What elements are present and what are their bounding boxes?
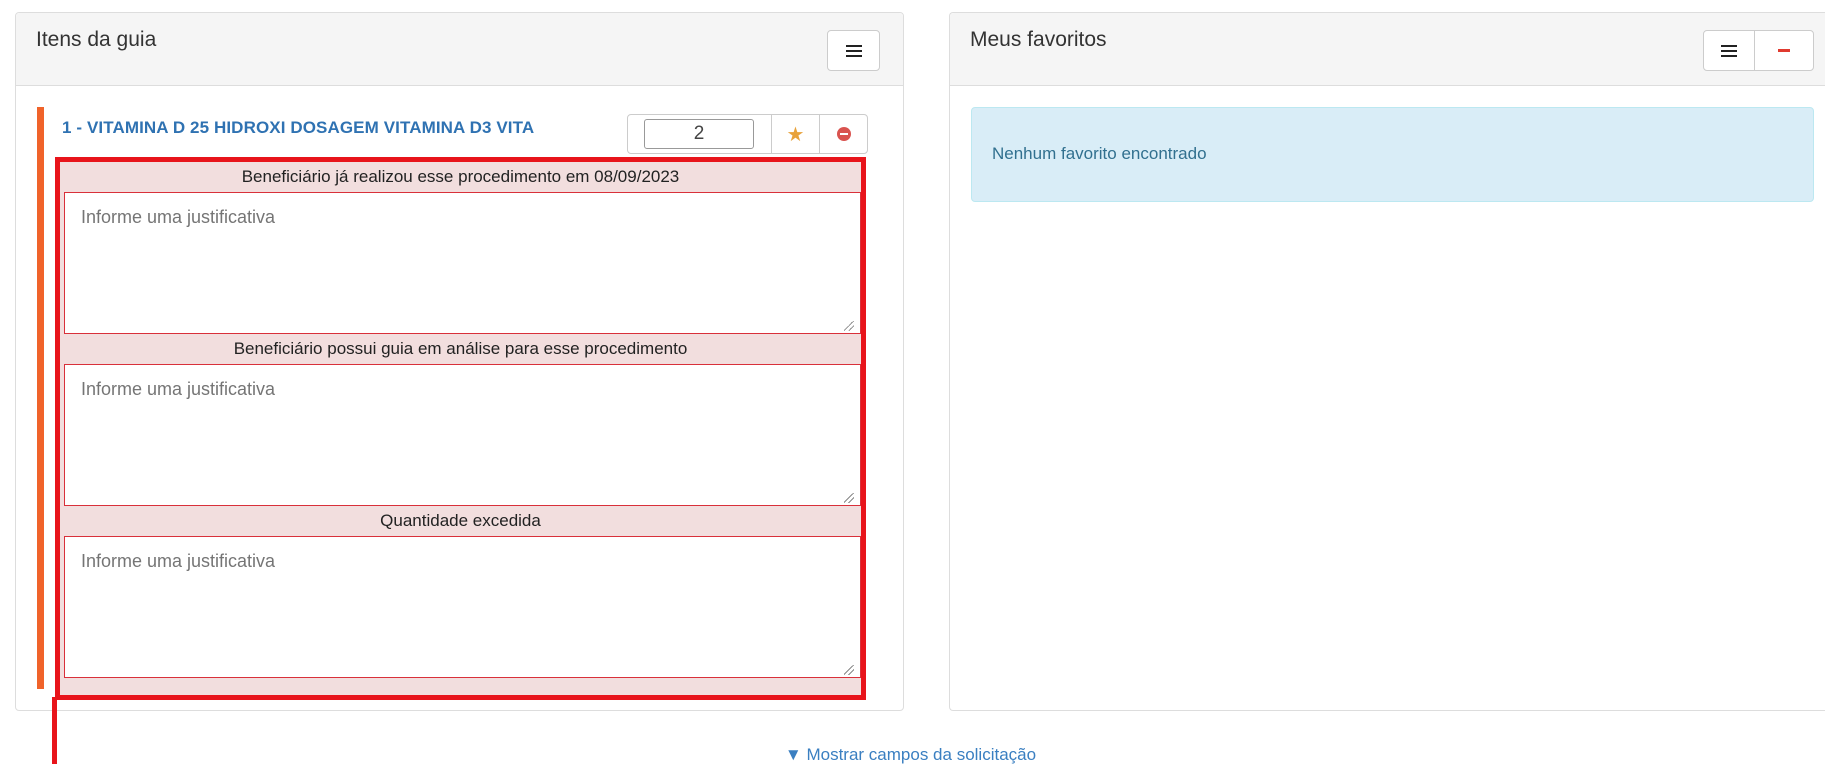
favorites-menu-button[interactable]	[1703, 30, 1755, 71]
favorites-panel-heading: Meus favoritos	[950, 13, 1825, 86]
resize-handle-icon[interactable]	[844, 321, 854, 331]
justification-textarea[interactable]	[64, 536, 861, 678]
resize-handle-icon[interactable]	[844, 493, 854, 503]
favorites-panel-title: Meus favoritos	[970, 28, 1107, 51]
show-request-fields-link[interactable]: ▼ Mostrar campos da solicitação	[785, 745, 1036, 764]
menu-icon	[845, 44, 862, 57]
remove-circle-icon	[836, 127, 851, 141]
guide-items-panel-title: Itens da guia	[36, 28, 157, 51]
alert-message: Beneficiário já realizou esse procedimen…	[241, 167, 680, 186]
justification-textarea[interactable]	[64, 364, 861, 506]
resize-handle-icon[interactable]	[844, 665, 854, 675]
justification-textarea[interactable]	[64, 192, 861, 334]
favorites-collapse-button[interactable]	[1754, 30, 1814, 71]
favorites-empty-alert: Nenhum favorito encontrado	[971, 107, 1814, 202]
star-icon: ★	[786, 123, 805, 146]
guide-items-menu-button[interactable]	[827, 30, 880, 71]
menu-icon	[1721, 44, 1737, 57]
item-actions: ★	[627, 114, 868, 154]
favorite-button[interactable]: ★	[772, 115, 820, 153]
justification-alerts: Beneficiário já realizou esse procedimen…	[55, 157, 866, 700]
alert-message: Quantidade excedida	[380, 511, 541, 530]
justification-wrap	[64, 364, 861, 506]
minus-icon	[1778, 49, 1790, 52]
justification-wrap	[64, 192, 861, 334]
guide-items-panel-heading: Itens da guia	[16, 13, 903, 86]
item-accent-bar	[37, 107, 44, 689]
quantity-wrap	[628, 115, 772, 153]
favorites-empty-message: Nenhum favorito encontrado	[992, 144, 1207, 163]
quantity-input[interactable]	[644, 119, 754, 149]
justification-wrap	[64, 536, 861, 678]
item-title[interactable]: 1 - VITAMINA D 25 HIDROXI DOSAGEM VITAMI…	[62, 118, 534, 138]
remove-item-button[interactable]	[820, 115, 867, 153]
alert-message: Beneficiário possui guia em análise para…	[233, 339, 688, 358]
show-request-fields-link-row: ▼ Mostrar campos da solicitação	[0, 745, 1825, 764]
